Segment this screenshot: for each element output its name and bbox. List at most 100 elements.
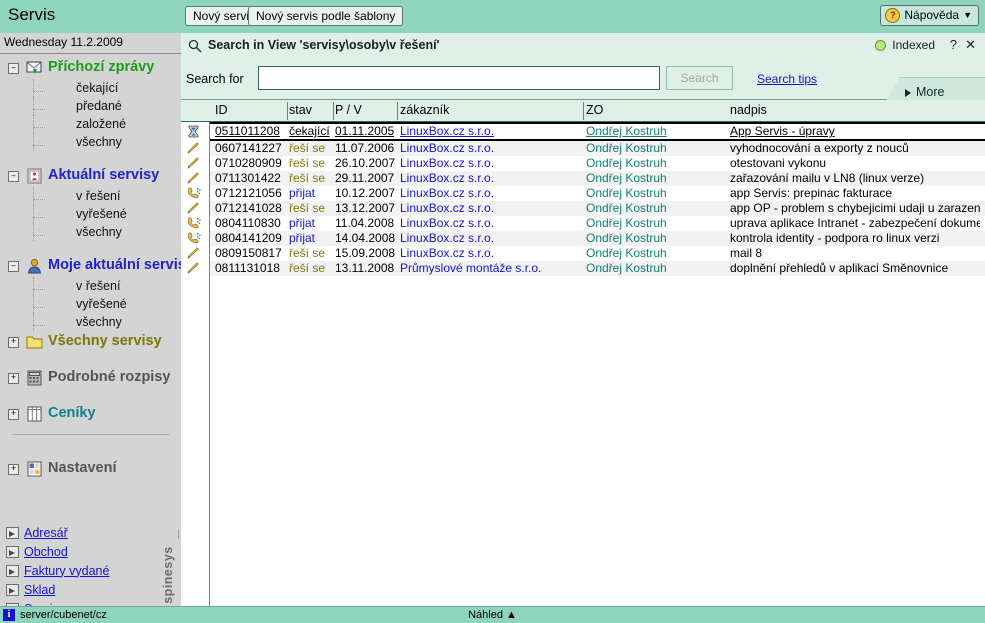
collapse-icon[interactable]: – <box>8 63 19 74</box>
cell-title: uprava aplikace Intranet - zabezpečení d… <box>730 217 980 230</box>
column-header-1[interactable]: ID <box>215 103 228 117</box>
cell-id: 0712141028 <box>215 202 282 215</box>
search-button[interactable]: Search <box>666 66 733 90</box>
cell-customer[interactable]: LinuxBox.cz s.r.o. <box>400 125 494 138</box>
service-card-icon <box>27 168 42 184</box>
cell-customer[interactable]: LinuxBox.cz s.r.o. <box>400 202 494 215</box>
column-resize-handle[interactable] <box>397 102 398 120</box>
cell-customer[interactable]: LinuxBox.cz s.r.o. <box>400 142 494 155</box>
table-row[interactable]: 0607141227 řeší se 11.07.2006 LinuxBox.cz s… <box>187 141 985 156</box>
table-row[interactable]: 0811131018 řeší se 13.11.2008 Průmyslové mo… <box>187 261 985 276</box>
expand-icon[interactable]: + <box>8 464 19 475</box>
sidebar-subitem[interactable]: vyřešené <box>0 205 181 223</box>
expand-icon[interactable]: + <box>8 373 19 384</box>
cell-customer[interactable]: LinuxBox.cz s.r.o. <box>400 217 494 230</box>
cell-customer[interactable]: LinuxBox.cz s.r.o. <box>400 157 494 170</box>
sidebar-item-6[interactable]: + Ceníky <box>0 403 181 425</box>
brand-name: spinesys <box>161 546 175 604</box>
cell-owner[interactable]: Ondřej Kostruh <box>586 232 667 245</box>
sidebar-subitem[interactable]: všechny <box>0 223 181 241</box>
sidebar-subitem[interactable]: všechny <box>0 313 181 331</box>
cell-status: řeší se <box>289 157 326 170</box>
cell-customer[interactable]: LinuxBox.cz s.r.o. <box>400 187 494 200</box>
status-bar: i server/cubenet/cz Náhled ▲ <box>0 606 985 623</box>
table-row[interactable]: 0712141028 řeší se 13.12.2007 LinuxBox.cz s… <box>187 201 985 216</box>
cell-customer[interactable]: Průmyslové montáže s.r.o. <box>400 262 541 275</box>
app-link-label: Obchod <box>24 544 68 559</box>
app-link-3[interactable]: Faktury vydané <box>6 561 156 580</box>
column-resize-handle[interactable] <box>287 102 288 120</box>
column-header-5[interactable]: ZO <box>586 103 603 117</box>
sidebar-item-3[interactable]: – Moje aktuální servisy <box>0 255 181 277</box>
cell-owner[interactable]: Ondřej Kostruh <box>586 187 667 200</box>
cell-customer[interactable]: LinuxBox.cz s.r.o. <box>400 232 494 245</box>
collapse-icon[interactable]: – <box>8 261 19 272</box>
sidebar-item-5[interactable]: + Podrobné rozpisy <box>0 367 181 389</box>
cell-owner[interactable]: Ondřej Kostruh <box>586 157 667 170</box>
sidebar-item-2[interactable]: – Aktuální servisy <box>0 165 181 187</box>
sidebar-item-4[interactable]: + Všechny servisy <box>0 331 181 353</box>
server-name: server/cubenet/cz <box>20 609 107 621</box>
divider <box>178 529 179 539</box>
expand-icon[interactable]: + <box>8 409 19 420</box>
app-link-1[interactable]: Adresář <box>6 523 156 542</box>
cell-status: řeší se <box>289 247 326 260</box>
app-link-4[interactable]: Sklad <box>6 580 156 599</box>
cell-status: přijat <box>289 232 316 245</box>
preview-toggle[interactable]: Náhled ▲ <box>468 609 517 621</box>
cell-id: 0711301422 <box>215 172 281 185</box>
column-resize-handle[interactable] <box>583 102 584 120</box>
cell-owner[interactable]: Ondřej Kostruh <box>586 247 667 260</box>
table-row[interactable]: 0809150817 řeší se 15.09.2008 LinuxBox.cz s… <box>187 246 985 261</box>
search-tips-link[interactable]: Search tips <box>757 72 817 86</box>
cell-owner[interactable]: Ondřej Kostruh <box>586 142 667 155</box>
cell-owner[interactable]: Ondřej Kostruh <box>586 262 667 275</box>
cell-owner[interactable]: Ondřej Kostruh <box>586 217 667 230</box>
cell-customer[interactable]: LinuxBox.cz s.r.o. <box>400 172 494 185</box>
cell-date: 11.07.2006 <box>335 142 395 155</box>
column-header-6[interactable]: nadpis <box>730 103 767 117</box>
close-icon[interactable]: ✕ <box>965 37 976 53</box>
sidebar-subitem[interactable]: čekající <box>0 79 181 97</box>
nav-divider <box>12 434 169 435</box>
sidebar-app-links: Adresář Obchod Faktury vydané Sklad Servis <box>6 523 156 606</box>
cell-status: řeší se <box>289 262 326 275</box>
sidebar-subitem[interactable]: předané <box>0 97 181 115</box>
table-row[interactable]: 0804110830 přijat 11.04.2008 LinuxBox.cz s.… <box>188 216 985 231</box>
phone-icon <box>188 217 201 229</box>
sidebar-item-7[interactable]: + Nastavení <box>0 458 181 480</box>
table-row[interactable]: 0511011208 čekající 01.11.2005 LinuxBox.cz … <box>188 122 985 141</box>
column-header-4[interactable]: zákazník <box>400 103 449 117</box>
sidebar-subitem[interactable]: v řešení <box>0 277 181 295</box>
sidebar-subitem[interactable]: všechny <box>0 133 181 151</box>
sidebar-subitem[interactable]: vyřešené <box>0 295 181 313</box>
new-service-from-template-button[interactable]: Nový servis podle šablony <box>248 6 404 26</box>
sidebar-item-1[interactable]: – Příchozí zprávy <box>0 57 181 79</box>
collapse-icon[interactable]: – <box>8 171 19 182</box>
inbox-mail-icon <box>26 61 42 74</box>
table-row[interactable]: 0712121056 přijat 10.12.2007 LinuxBox.cz s.… <box>188 186 985 201</box>
column-header-2[interactable]: stav <box>289 103 312 117</box>
sidebar-item-label: Nastavení <box>48 460 117 476</box>
panel-help-icon[interactable]: ? <box>950 37 957 52</box>
cell-owner[interactable]: Ondřej Kostruh <box>586 125 667 138</box>
cell-customer[interactable]: LinuxBox.cz s.r.o. <box>400 247 494 260</box>
table-row[interactable]: 0804141209 přijat 14.04.2008 LinuxBox.cz s.… <box>188 231 985 246</box>
column-resize-handle[interactable] <box>333 102 334 120</box>
cell-date: 14.04.2008 <box>335 232 396 245</box>
app-link-2[interactable]: Obchod <box>6 542 156 561</box>
column-header-3[interactable]: P / V <box>335 103 362 117</box>
sidebar-subitem[interactable]: v řešení <box>0 187 181 205</box>
expand-icon[interactable]: + <box>8 337 19 348</box>
preview-toggle-wrap: Náhled ▲ <box>0 609 985 621</box>
app-link-5[interactable]: Servis <box>6 599 156 606</box>
cell-title: kontrola identity - podpora ro linux ver… <box>730 232 940 245</box>
table-row[interactable]: 0710280909 řeší se 26.10.2007 LinuxBox.cz s… <box>187 156 985 171</box>
cell-owner[interactable]: Ondřej Kostruh <box>586 172 667 185</box>
search-input[interactable] <box>258 66 660 90</box>
table-row[interactable]: 0711301422 řeší se 29.11.2007 LinuxBox.cz s… <box>187 171 985 186</box>
sidebar-subitem[interactable]: založené <box>0 115 181 133</box>
help-button[interactable]: ? Nápověda ▼ <box>880 5 979 26</box>
cell-owner[interactable]: Ondřej Kostruh <box>586 202 667 215</box>
